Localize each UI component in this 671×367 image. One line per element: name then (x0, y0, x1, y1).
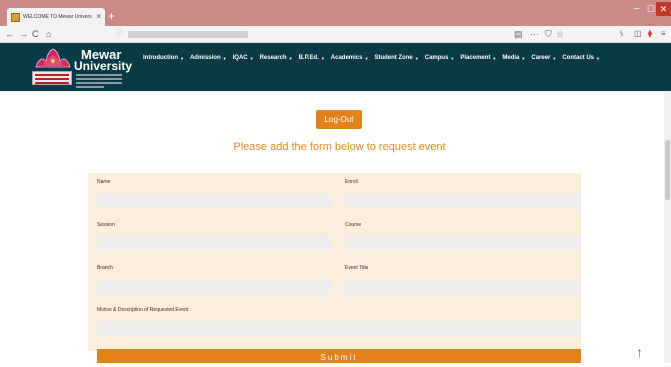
chevron-down-icon: ▼ (552, 55, 557, 61)
chevron-down-icon: ▼ (180, 55, 184, 61)
menu-item-contact-us[interactable]: Contact Us ▼ (562, 55, 600, 61)
chevron-down-icon: ▼ (320, 55, 325, 61)
menu-item-introduction[interactable]: Introduction ▼ (143, 55, 184, 61)
page-heading: Please add the form below to request eve… (233, 141, 446, 153)
course-label: Course (345, 222, 362, 228)
chevron-down-icon: ▼ (414, 55, 419, 61)
menu-item-placement[interactable]: Placement ▼ (460, 55, 496, 61)
chevron-down-icon: ▼ (492, 55, 497, 61)
menu-item-campus[interactable]: Campus ▼ (425, 55, 455, 61)
menu-item-academics[interactable]: Academics ▼ (331, 55, 369, 61)
menu-item-admission[interactable]: Admission ▼ (190, 55, 227, 61)
site-info-icon[interactable]: ⓘ (116, 28, 122, 40)
brand-name-line2[interactable]: University (74, 60, 132, 72)
chevron-down-icon: ▼ (450, 55, 455, 61)
library-icon[interactable]: ⑊ (619, 28, 624, 40)
motive-description-label: Motive & Description of Requested Event (97, 307, 189, 313)
chevron-down-icon: ▼ (364, 55, 369, 61)
chevron-down-icon: ▼ (596, 55, 600, 61)
chevron-down-icon: ▼ (521, 55, 526, 61)
page-actions-icon[interactable]: ··· (530, 28, 539, 40)
session-field[interactable] (97, 236, 332, 251)
extension-icon[interactable]: ⧫ (648, 28, 652, 40)
chevron-down-icon: ▼ (249, 55, 254, 61)
window-close-icon[interactable]: ✕ (656, 2, 671, 16)
enroll-label: Enroll (345, 179, 358, 185)
menu-item-media[interactable]: Media ▼ (502, 55, 525, 61)
bookmark-star-icon[interactable]: ☆ (556, 28, 564, 40)
menu-item-iqac[interactable]: IQAC ▼ (233, 55, 254, 61)
enroll-field[interactable] (345, 194, 581, 209)
name-label: Name (97, 179, 111, 185)
reader-view-icon[interactable]: ▤ (514, 28, 523, 40)
new-tab-icon[interactable]: + (108, 10, 115, 22)
maximize-icon[interactable]: ☐ (647, 4, 655, 14)
minimize-icon[interactable]: – (634, 4, 640, 14)
reload-icon[interactable]: C (32, 28, 39, 40)
branch-label: Branch (97, 265, 113, 271)
name-field[interactable] (97, 194, 332, 209)
menu-item-bped[interactable]: B.P.Ed. ▼ (299, 55, 325, 61)
pocket-icon[interactable]: ⛉ (545, 28, 552, 40)
site-favicon-icon (11, 12, 20, 22)
scrollbar-thumb[interactable] (665, 140, 670, 200)
chevron-down-icon: ▼ (288, 55, 293, 61)
page-scrollbar[interactable] (664, 91, 671, 363)
menu-item-career[interactable]: Career ▼ (531, 55, 556, 61)
submit-button[interactable]: Submit (97, 349, 581, 363)
university-logo-icon[interactable] (34, 47, 72, 69)
tab-close-icon[interactable]: × (96, 13, 101, 21)
chevron-down-icon: ▼ (222, 55, 227, 61)
home-icon[interactable]: ⌂ (46, 28, 51, 40)
forward-icon[interactable]: → (19, 28, 28, 40)
url-bar[interactable]: ⓘ ▤ ··· ⛉ ☆ (110, 28, 580, 41)
url-text (128, 31, 248, 38)
course-field[interactable] (345, 236, 581, 251)
logo-badge (32, 71, 72, 85)
session-label: Session (97, 222, 115, 228)
tab-title: WELCOME TO Mewar Univers (23, 14, 92, 20)
motive-description-field[interactable] (97, 321, 581, 336)
branch-field[interactable] (97, 279, 332, 294)
scroll-to-top-icon[interactable]: ↑ (636, 345, 643, 359)
menu-item-student-zone[interactable]: Student Zone ▼ (374, 55, 418, 61)
browser-tab[interactable]: WELCOME TO Mewar Univers × (7, 8, 105, 26)
hamburger-menu-icon[interactable]: ≡ (661, 28, 666, 40)
brand-tagline (76, 74, 122, 90)
browser-toolbar: ← → C ⌂ ⓘ ▤ ··· ⛉ ☆ ⑊ ◫ ⧫ ≡ (0, 26, 671, 43)
back-icon[interactable]: ← (5, 28, 14, 40)
main-menu: Introduction ▼ Admission ▼ IQAC ▼ Research ▼… (143, 55, 606, 61)
event-title-label: Event Title (345, 265, 369, 271)
logout-button[interactable]: Log-Out (316, 110, 362, 129)
site-header: Mewar University Introduction ▼ Admission… (0, 43, 671, 91)
event-title-field[interactable] (345, 279, 581, 294)
browser-tab-strip: WELCOME TO Mewar Univers × + – ☐ ✕ (0, 0, 671, 26)
menu-item-research[interactable]: Research ▼ (260, 55, 293, 61)
sidebar-icon[interactable]: ◫ (634, 28, 642, 40)
